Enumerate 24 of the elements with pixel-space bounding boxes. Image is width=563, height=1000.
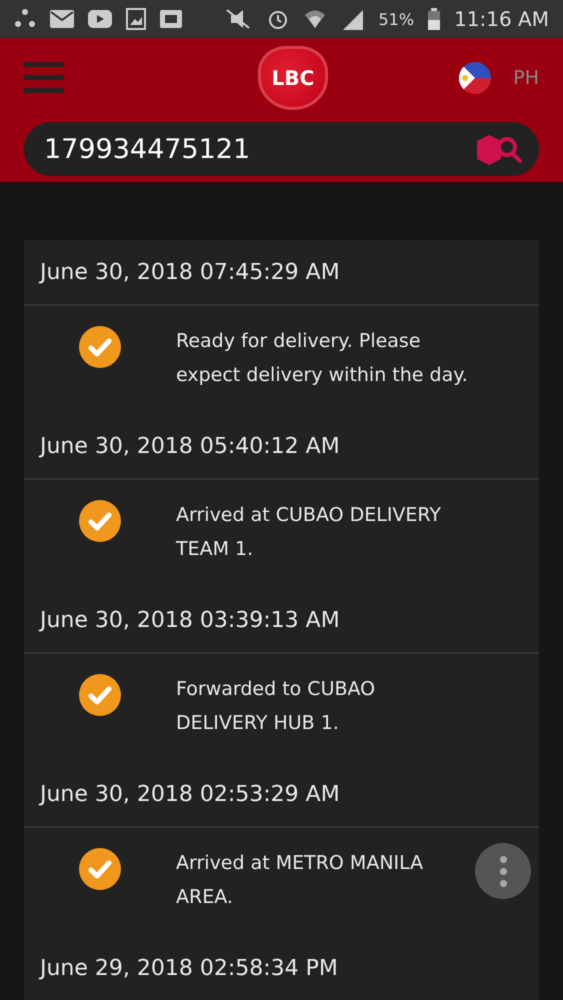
image-icon <box>126 8 146 30</box>
event-date: June 30, 2018 05:40:12 AM <box>40 434 340 458</box>
event-description: Arrived at METRO MANILA AREA. <box>176 851 424 910</box>
event-date: June 29, 2018 02:58:34 PM <box>40 956 338 980</box>
share-icon <box>14 8 36 30</box>
wifi-icon <box>302 8 326 30</box>
event-date: June 30, 2018 03:39:13 AM <box>40 608 340 632</box>
event-description: Forwarded to CUBAO DELIVERY HUB 1. <box>176 677 376 736</box>
signal-icon <box>340 8 364 30</box>
logo: LBC <box>258 46 328 110</box>
event-date: June 30, 2018 07:45:29 AM <box>40 260 340 284</box>
mail-icon <box>50 10 74 28</box>
event-date: June 30, 2018 02:53:29 AM <box>40 782 340 806</box>
event-description: Ready for delivery. Please expect delivery within the day. <box>176 329 469 388</box>
status-time: 11:16 AM <box>454 7 549 31</box>
event-description: Arrived at CUBAO DELIVERY TEAM 1. <box>176 503 442 562</box>
search-field[interactable]: 179934475121 <box>24 122 539 176</box>
tracking-number-input[interactable]: 179934475121 <box>42 132 475 166</box>
flag-icon[interactable] <box>459 62 492 94</box>
battery-percent: 51% <box>378 10 414 28</box>
battery-icon <box>428 8 440 30</box>
video-icon <box>88 10 112 28</box>
card-icon <box>160 10 182 28</box>
alarm-icon <box>266 8 288 30</box>
